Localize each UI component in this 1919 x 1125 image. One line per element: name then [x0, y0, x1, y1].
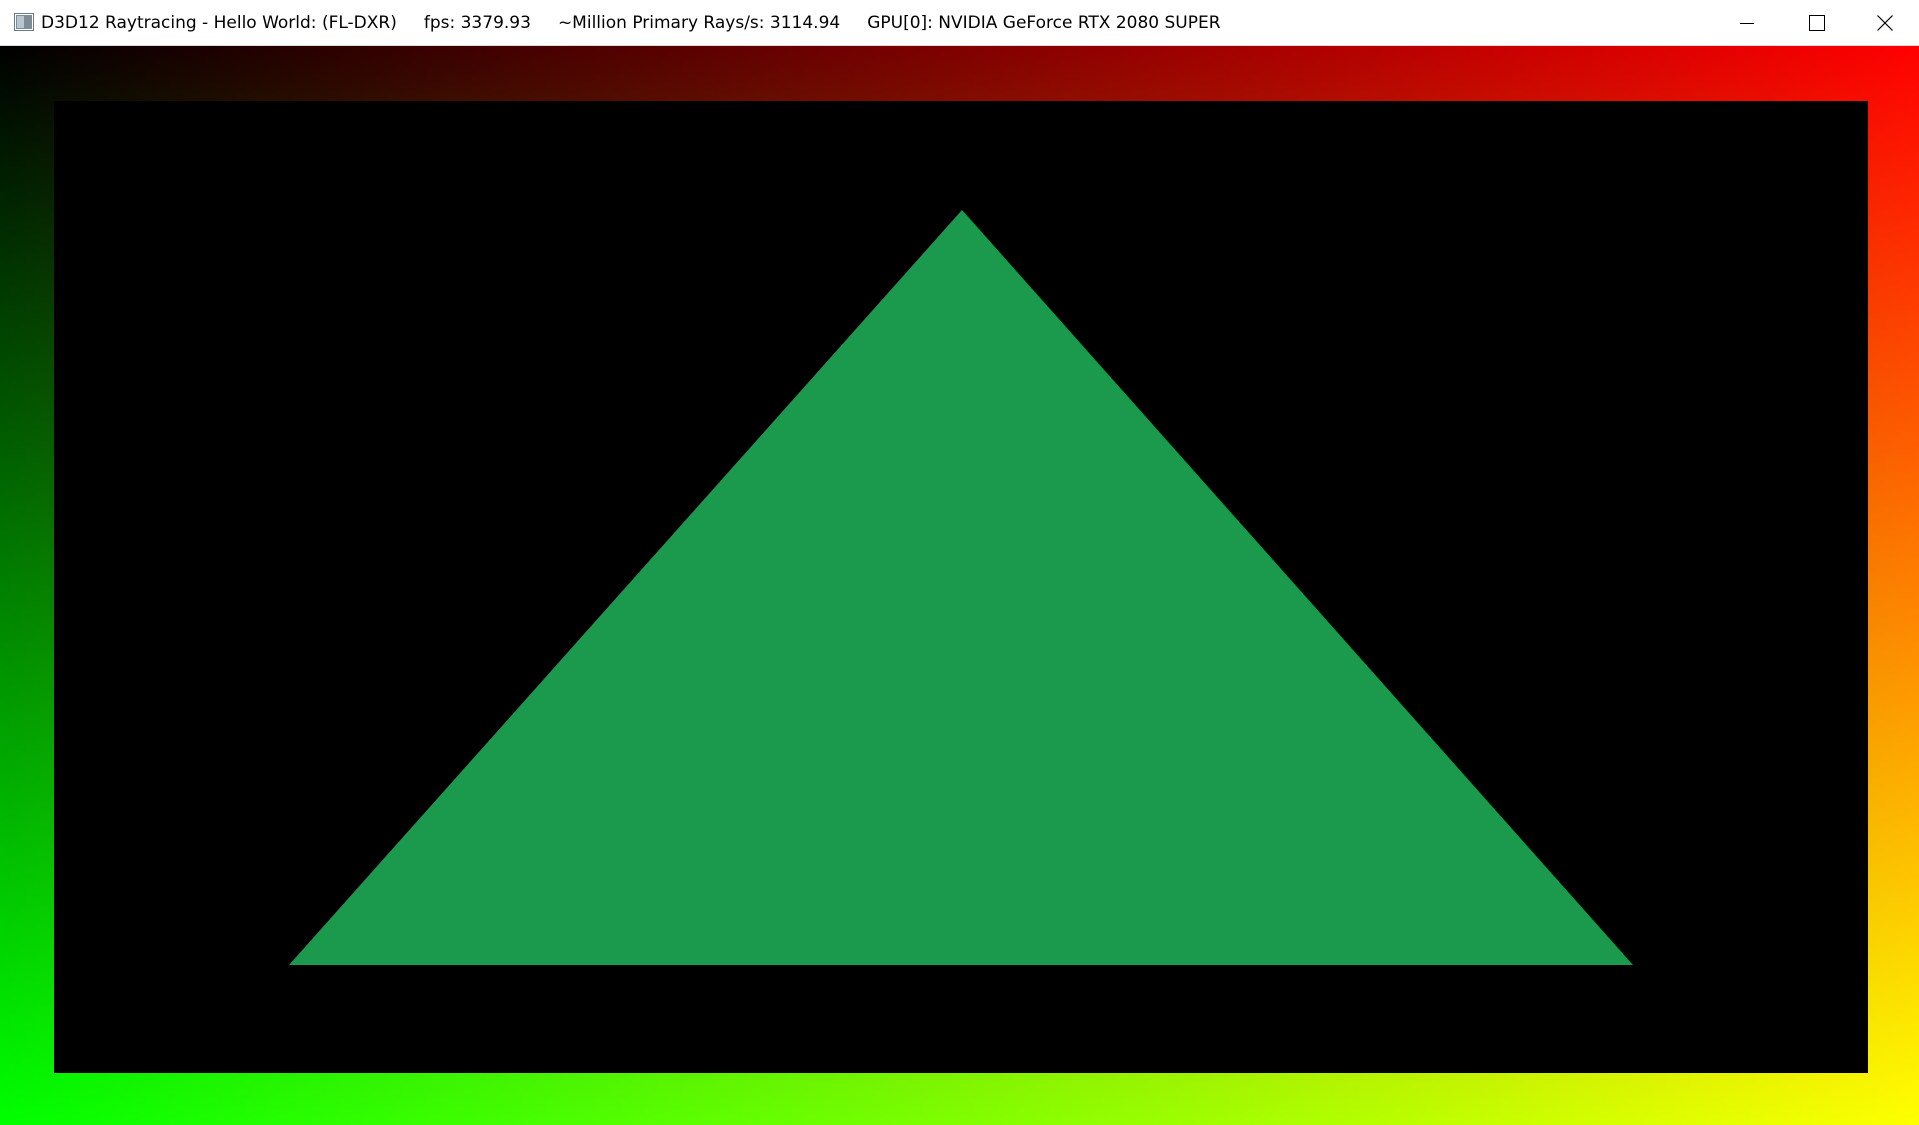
app-window: D3D12 Raytracing - Hello World: (FL-DXR)…	[0, 0, 1919, 1125]
raytraced-viewport	[54, 101, 1868, 1073]
window-title: D3D12 Raytracing - Hello World: (FL-DXR)…	[41, 13, 1221, 33]
close-icon	[1877, 15, 1893, 31]
scene	[289, 210, 1633, 965]
maximize-button[interactable]	[1782, 0, 1852, 46]
maximize-icon	[1809, 15, 1825, 31]
minimize-icon	[1740, 23, 1754, 24]
app-icon	[14, 13, 34, 31]
close-button[interactable]	[1850, 0, 1919, 46]
render-surface	[0, 46, 1919, 1125]
title-bar[interactable]: D3D12 Raytracing - Hello World: (FL-DXR)…	[0, 0, 1919, 46]
raytraced-triangle	[289, 210, 1633, 965]
minimize-button[interactable]	[1712, 0, 1782, 46]
